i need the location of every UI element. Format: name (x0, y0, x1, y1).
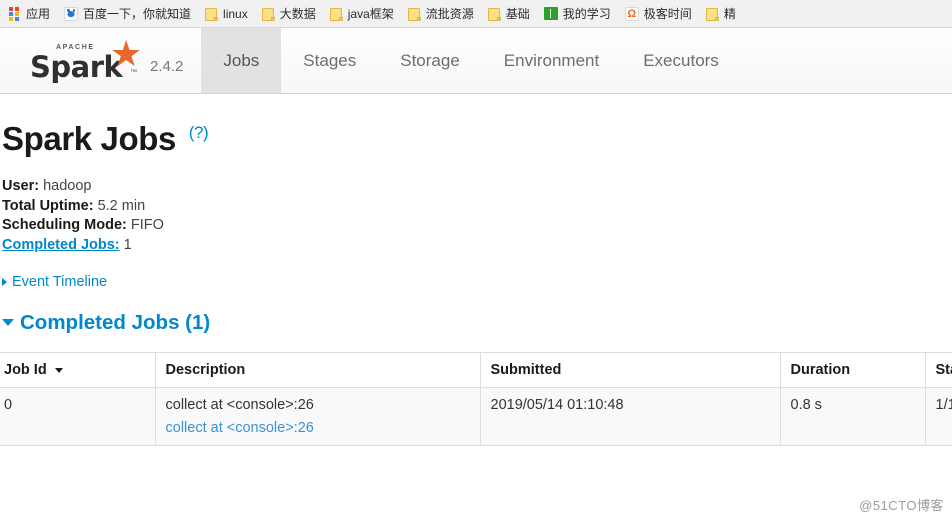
folder-icon (407, 7, 421, 21)
event-timeline-toggle[interactable]: Event Timeline (0, 274, 952, 290)
summary-completed-jobs-link[interactable]: Completed Jobs: (2, 237, 120, 253)
table-header-row: Job Id Description Submitted Duration St… (0, 352, 952, 388)
column-header-job-id[interactable]: Job Id (0, 352, 156, 388)
summary-scheduling-label: Scheduling Mode: (2, 217, 127, 233)
description-link[interactable]: collect at <console>:26 (166, 420, 470, 436)
summary-user-value: hadoop (43, 178, 92, 194)
bookmark-label: java框架 (347, 6, 394, 21)
folder-icon (705, 7, 719, 21)
cell-submitted: 2019/05/14 01:10:48 (480, 387, 781, 446)
cell-duration: 0.8 s (780, 387, 926, 446)
spark-wordmark: Spark (30, 49, 123, 84)
tab-jobs[interactable]: Jobs (201, 28, 282, 93)
summary-uptime-value: 5.2 min (97, 197, 146, 214)
sort-descending-icon (54, 367, 63, 373)
job-summary: User: hadoop Total Uptime: 5.2 min Sched… (0, 177, 952, 255)
bookmark-label: 大数据 (279, 6, 316, 21)
spark-logo-icon: APACHE Spark ™ ★ (26, 32, 146, 84)
bookmark-item-geek-time[interactable]: 极客时间 (618, 2, 699, 26)
summary-completed-value: 1 (123, 236, 132, 253)
page-content: Spark Jobs (?) User: hadoop Total Uptime… (0, 94, 952, 520)
bookmark-item-truncated[interactable]: 精 (699, 2, 743, 26)
browser-bookmark-bar: 应用 百度一下，你就知道 linux 大数据 java框架 流批资源 基础 我的… (0, 0, 952, 28)
bookmark-item-java-framework[interactable]: java框架 (323, 2, 401, 26)
tab-executors[interactable]: Executors (621, 28, 741, 93)
chevron-down-icon (2, 319, 14, 327)
bookmark-item-my-study[interactable]: 我的学习 (537, 2, 618, 26)
baidu-icon (64, 6, 79, 21)
summary-scheduling-value: FIFO (130, 217, 164, 233)
column-header-submitted[interactable]: Submitted (480, 352, 781, 388)
completed-jobs-table: Job Id Description Submitted Duration St… (0, 352, 952, 446)
bookmark-item-linux[interactable]: linux (198, 2, 255, 26)
spark-version-label: 2.4.2 (150, 58, 184, 75)
bookmark-item-apps[interactable]: 应用 (2, 2, 57, 26)
event-timeline-label[interactable]: Event Timeline (12, 274, 107, 290)
help-icon[interactable]: (?) (189, 123, 209, 142)
bookmark-item-stream-batch[interactable]: 流批资源 (401, 2, 481, 26)
bookmark-item-bigdata[interactable]: 大数据 (255, 2, 323, 26)
page-title-text: Spark Jobs (2, 120, 176, 157)
bookmark-item-baidu[interactable]: 百度一下，你就知道 (57, 2, 198, 26)
spark-navbar: APACHE Spark ™ ★ 2.4.2 Jobs Stages Stora… (0, 28, 952, 94)
chevron-right-icon (2, 278, 7, 287)
bookmark-item-basics[interactable]: 基础 (481, 2, 537, 26)
watermark: @51CTO博客 (859, 498, 944, 513)
completed-jobs-heading-label[interactable]: Completed Jobs (1) (20, 311, 210, 334)
apps-grid-icon (9, 7, 20, 21)
cell-stages: 1/1 (925, 387, 952, 446)
description-text: collect at <console>:26 (165, 397, 314, 413)
completed-jobs-toggle[interactable]: Completed Jobs (1) (0, 312, 952, 334)
book-icon (543, 7, 558, 20)
bookmark-label: 精 (723, 6, 736, 21)
tab-storage[interactable]: Storage (378, 28, 482, 93)
summary-uptime-row: Total Uptime: 5.2 min (2, 197, 952, 217)
folder-icon (487, 7, 501, 21)
geek-time-icon (624, 6, 639, 21)
spark-nav-tabs: Jobs Stages Storage Environment Executor… (201, 28, 952, 93)
column-header-stages[interactable]: Sta (925, 352, 952, 388)
cell-job-id: 0 (0, 387, 156, 446)
column-header-duration[interactable]: Duration (780, 352, 926, 388)
page-title: Spark Jobs (?) (0, 94, 952, 155)
tab-stages[interactable]: Stages (281, 28, 378, 93)
summary-user-label: User: (2, 178, 40, 194)
summary-completed-row: Completed Jobs: 1 (2, 236, 952, 256)
summary-scheduling-row: Scheduling Mode: FIFO (2, 216, 952, 236)
summary-uptime-label: Total Uptime: (2, 197, 94, 214)
bookmark-label: 我的学习 (562, 6, 611, 21)
bookmark-label: linux (223, 6, 248, 21)
folder-icon (205, 7, 219, 21)
bookmark-label: 基础 (505, 6, 530, 21)
tab-environment[interactable]: Environment (482, 28, 621, 93)
bookmark-label: 流批资源 (425, 6, 474, 21)
column-header-label: Job Id (4, 362, 47, 378)
column-header-description[interactable]: Description (155, 352, 481, 388)
summary-user-row: User: hadoop (2, 177, 952, 197)
table-row: 0 collect at <console>:26 collect at <co… (0, 387, 952, 446)
bookmark-label: 应用 (26, 6, 51, 21)
star-icon: ★ (110, 32, 143, 74)
cell-description: collect at <console>:26 collect at <cons… (155, 387, 481, 446)
folder-icon (261, 7, 275, 21)
spark-brand[interactable]: APACHE Spark ™ ★ 2.4.2 (0, 28, 201, 93)
bookmark-label: 百度一下，你就知道 (83, 6, 192, 21)
bookmark-label: 极客时间 (643, 6, 692, 21)
folder-icon (329, 7, 343, 21)
